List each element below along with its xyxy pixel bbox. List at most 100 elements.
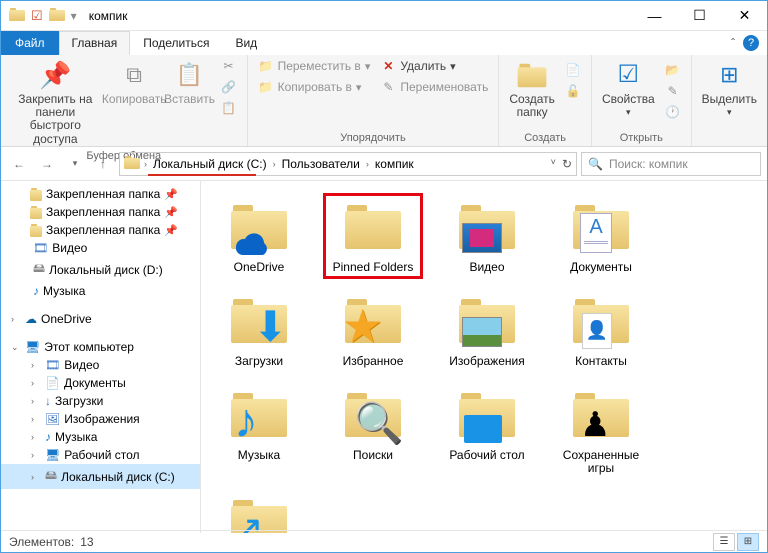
folder-item[interactable]: Видео [437,193,537,279]
group-new-label: Создать [505,130,585,146]
ribbon: 📌 Закрепить на панели быстрого доступа ⧉… [1,55,767,147]
tree-item[interactable]: ›🖥Рабочий стол [1,446,200,464]
folder-item[interactable]: Рабочий стол [437,381,537,481]
maximize-button[interactable]: ☐ [677,1,722,30]
tree-item[interactable]: 🖴Локальный диск (D:) [1,257,200,282]
copyto-icon: 📁 [258,80,274,96]
tree-item[interactable]: ›↓Загрузки [1,392,200,410]
crumb-1[interactable]: Пользователи [280,157,362,171]
newfolder-button[interactable]: Создать папку [505,57,559,121]
rename-button[interactable]: ✎Переименовать [376,78,492,98]
minimize-button[interactable]: — [632,1,677,30]
annotation-underline [148,174,256,176]
folder-item[interactable]: ♪ Музыка [209,381,309,481]
easyaccess-button[interactable]: 🔓 [561,82,585,102]
nav-up-button[interactable]: ↑ [91,152,115,176]
folder-icon: ⬇ [224,291,294,351]
tree-item[interactable]: 🎞Видео [1,239,200,257]
addr-dropdown-icon[interactable]: ˅ [551,157,556,171]
folder-item[interactable]: Изображения [437,287,537,373]
tree-item[interactable]: ›♪Музыка [1,428,200,446]
qat-checkbox-icon[interactable]: ☑ [31,8,43,24]
tree-item[interactable]: Закрепленная папка📌 [1,221,200,239]
view-details-button[interactable]: ☰ [713,533,735,551]
item-label: Рабочий стол [449,449,524,463]
properties-button[interactable]: ☑ Свойства ▾ [598,57,659,120]
folder-item[interactable]: ♟ Сохраненные игры [551,381,651,481]
tree-item[interactable]: ♪Музыка [1,282,200,300]
tree-item[interactable]: ›🎞Видео [1,356,200,374]
content-pane[interactable]: OneDrive Pinned Folders Видео A Документ… [201,181,767,533]
copypath-button[interactable]: 🔗 [217,78,241,98]
window-title: компик [85,9,128,23]
item-label: Поиски [353,449,393,463]
nav-forward-button[interactable]: → [35,152,59,176]
qat-folder-icon[interactable] [49,8,65,24]
qat-separator: ▾ [71,9,77,23]
paste-button[interactable]: 📋 Вставить [165,57,215,108]
copyto-button[interactable]: 📁Копировать в ▾ [254,78,375,98]
select-button[interactable]: ⊞ Выделить ▾ [698,57,761,120]
cut-button[interactable]: ✂ [217,57,241,77]
item-label: Избранное [343,355,404,369]
copy-icon: ⧉ [118,59,150,91]
close-button[interactable]: ✕ [722,1,767,30]
crumb-2[interactable]: компик [373,157,416,171]
search-placeholder: Поиск: компик [609,157,688,171]
folder-item[interactable]: 👤 Контакты [551,287,651,373]
delete-button[interactable]: ✕Удалить ▾ [376,57,492,77]
tree-item[interactable]: Закрепленная папка📌 [1,185,200,203]
help-icon[interactable]: ? [743,35,759,51]
folder-icon [452,385,522,445]
folder-icon: ♟ [566,385,636,445]
view-icons-button[interactable]: ⊞ [737,533,759,551]
folder-item[interactable]: Pinned Folders [323,193,423,279]
folder-item[interactable]: A Документы [551,193,651,279]
tree-onedrive[interactable]: ›☁OneDrive [1,310,200,328]
folder-item[interactable]: ★ Избранное [323,287,423,373]
open-button[interactable]: 📂 [661,61,685,81]
nav-recent-button[interactable]: ▾ [63,152,87,176]
addr-refresh-icon[interactable]: ↻ [562,157,572,171]
folder-icon [452,291,522,351]
moveto-icon: 📁 [258,59,274,75]
folder-icon: 👤 [566,291,636,351]
ribbon-collapse-icon[interactable]: ˆ [731,36,735,50]
search-icon: 🔍 [588,157,603,171]
folder-item[interactable]: OneDrive [209,193,309,279]
group-organize-label: Упорядочить [254,130,493,146]
status-count: 13 [80,535,93,549]
address-bar[interactable]: › Локальный диск (C:) › Пользователи › к… [119,152,577,176]
pin-quickaccess-button[interactable]: 📌 Закрепить на панели быстрого доступа [7,57,104,148]
folder-icon: ★ [338,291,408,351]
folder-icon: A [566,197,636,257]
tab-home[interactable]: Главная [59,31,131,55]
folder-icon: ↗ [224,492,294,533]
tab-view[interactable]: Вид [222,31,270,55]
tree-item[interactable]: ›🖴Локальный диск (C:) [1,464,200,489]
tab-file[interactable]: Файл [1,31,59,55]
item-label: Сохраненные игры [555,449,647,477]
tree-thispc[interactable]: ⌄🖥Этот компьютер [1,338,200,356]
moveto-button[interactable]: 📁Переместить в ▾ [254,57,375,77]
copy-button[interactable]: ⧉ Копировать [106,57,163,108]
group-open-label: Открыть [598,130,685,146]
pasteshortcut-button[interactable]: 📋 [217,99,241,119]
pin-icon: 📌 [39,59,71,91]
tree-item[interactable]: ›🖼Изображения [1,410,200,428]
folder-icon [452,197,522,257]
newitem-button[interactable]: 📄 [561,61,585,81]
folder-item[interactable]: 🔍 Поиски [323,381,423,481]
tree-item[interactable]: Закрепленная папка📌 [1,203,200,221]
tab-share[interactable]: Поделиться [130,31,222,55]
search-input[interactable]: 🔍 Поиск: компик [581,152,761,176]
history-button[interactable]: 🕐 [661,103,685,123]
folder-item[interactable]: ↗ Ссылки [209,488,309,533]
nav-tree[interactable]: Закрепленная папка📌Закрепленная папка📌За… [1,181,201,533]
folder-item[interactable]: ⬇ Загрузки [209,287,309,373]
nav-back-button[interactable]: ← [7,152,31,176]
tree-item[interactable]: ›📄Документы [1,374,200,392]
edit-button[interactable]: ✎ [661,82,685,102]
folder-icon [9,8,25,24]
crumb-0[interactable]: Локальный диск (C:) [151,157,269,171]
